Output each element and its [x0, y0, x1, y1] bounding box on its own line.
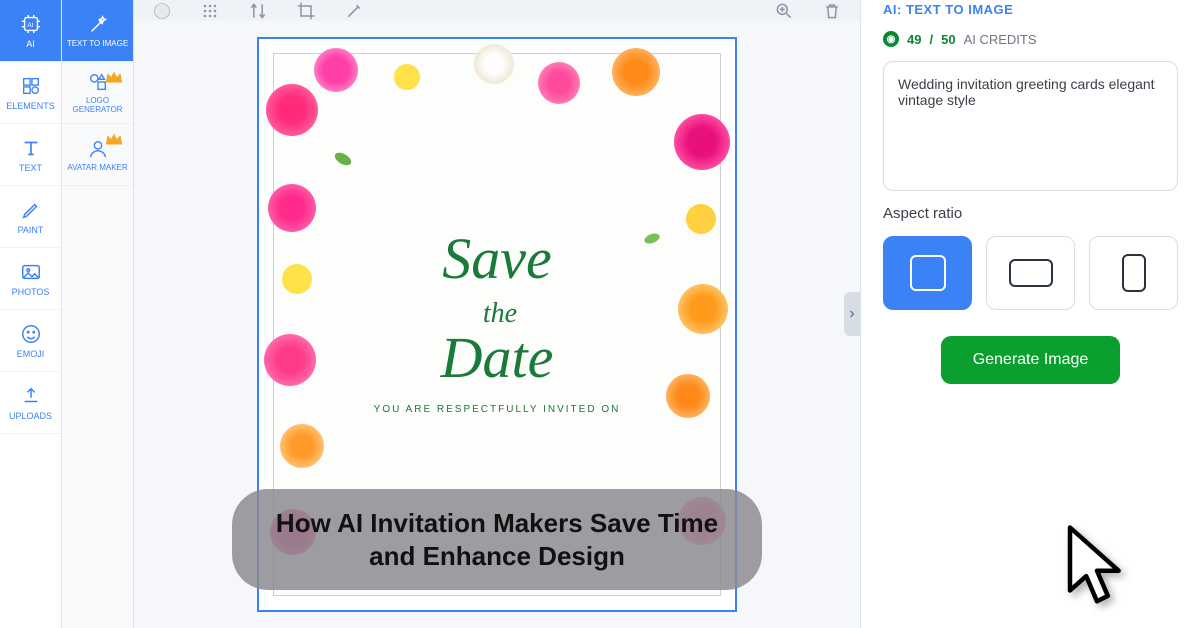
- text-icon: [20, 137, 42, 159]
- sidebar-label: UPLOADS: [9, 411, 52, 421]
- sidebar-label: TEXT TO IMAGE: [67, 39, 128, 48]
- landscape-icon: [1009, 259, 1053, 287]
- sparkle-wand-icon: [87, 14, 109, 36]
- aspect-ratio-options: [883, 236, 1178, 310]
- upload-icon: [20, 385, 42, 407]
- card-line1: Save: [441, 234, 554, 283]
- credits-row: ◉ 49 / 50 AI CREDITS: [883, 31, 1178, 47]
- image-icon: [20, 261, 42, 283]
- credits-total: 50: [941, 32, 955, 47]
- generate-image-button[interactable]: Generate Image: [941, 336, 1121, 384]
- flip-icon[interactable]: [248, 1, 268, 21]
- ai-chip-icon: AI: [20, 13, 42, 35]
- sidebar-tool-ai[interactable]: AI AI: [0, 0, 61, 62]
- panel-title: AI: TEXT TO IMAGE: [883, 2, 1178, 17]
- smile-icon: [20, 323, 42, 345]
- sidebar-sub-logo-generator[interactable]: LOGO GENERATOR: [62, 62, 133, 124]
- credits-sep: /: [929, 32, 933, 47]
- card-the: the: [483, 302, 517, 326]
- trash-icon[interactable]: [822, 1, 842, 21]
- wand-icon[interactable]: [344, 1, 364, 21]
- card-line2: Date: [441, 333, 554, 382]
- sidebar-tool-paint[interactable]: PAINT: [0, 186, 61, 248]
- credits-used: 49: [907, 32, 921, 47]
- sidebar-sub-avatar-maker[interactable]: AVATAR MAKER: [62, 124, 133, 186]
- prompt-input[interactable]: [883, 61, 1178, 191]
- grid-icon[interactable]: [200, 1, 220, 21]
- sidebar-tool-emoji[interactable]: EMOJI: [0, 310, 61, 372]
- sidebar-label: PAINT: [18, 225, 44, 235]
- canvas-top-toolbar: [134, 0, 860, 21]
- sidebar-sub: TEXT TO IMAGE LOGO GENERATOR AVATAR MAKE…: [62, 0, 134, 628]
- elements-icon: [20, 75, 42, 97]
- sidebar-label: TEXT: [19, 163, 42, 173]
- sidebar-tool-photos[interactable]: PHOTOS: [0, 248, 61, 310]
- color-picker-icon[interactable]: [152, 1, 172, 21]
- sidebar-label: AI: [26, 39, 35, 49]
- crown-icon: [103, 66, 125, 88]
- sidebar-label: AVATAR MAKER: [67, 163, 127, 172]
- panel-collapse-handle[interactable]: [844, 292, 860, 336]
- sidebar-tool-uploads[interactable]: UPLOADS: [0, 372, 61, 434]
- sidebar-sub-text-to-image[interactable]: TEXT TO IMAGE: [62, 0, 133, 62]
- aspect-ratio-square[interactable]: [883, 236, 972, 310]
- portrait-icon: [1122, 254, 1146, 292]
- card-subline: YOU ARE RESPECTFULLY INVITED ON: [374, 404, 621, 415]
- ai-text-to-image-panel: AI: TEXT TO IMAGE ◉ 49 / 50 AI CREDITS A…: [860, 0, 1200, 628]
- aspect-ratio-label: Aspect ratio: [883, 205, 1178, 222]
- chevron-right-icon: [846, 308, 858, 320]
- svg-text:AI: AI: [27, 21, 33, 28]
- overlay-caption: How AI Invitation Makers Save Time and E…: [232, 489, 762, 590]
- aspect-ratio-portrait[interactable]: [1089, 236, 1178, 310]
- sidebar-label: PHOTOS: [12, 287, 50, 297]
- sidebar-label: LOGO GENERATOR: [66, 96, 129, 114]
- sidebar-tool-text[interactable]: TEXT: [0, 124, 61, 186]
- sidebar-label: ELEMENTS: [6, 101, 55, 111]
- sidebar-label: EMOJI: [17, 349, 45, 359]
- sidebar-main: AI AI ELEMENTS TEXT PAINT PHOTOS EMOJI U…: [0, 0, 62, 628]
- card-headline: Save the Date: [441, 234, 554, 382]
- canvas-area: Save the Date YOU ARE RESPECTFULLY INVIT…: [134, 0, 860, 628]
- credits-icon: ◉: [883, 31, 899, 47]
- credits-label: AI CREDITS: [964, 32, 1037, 47]
- crown-icon: [103, 128, 125, 150]
- crop-icon[interactable]: [296, 1, 316, 21]
- aspect-ratio-landscape[interactable]: [986, 236, 1075, 310]
- square-icon: [910, 255, 946, 291]
- pencil-icon: [20, 199, 42, 221]
- sidebar-tool-elements[interactable]: ELEMENTS: [0, 62, 61, 124]
- zoom-icon[interactable]: [774, 1, 794, 21]
- design-canvas[interactable]: Save the Date YOU ARE RESPECTFULLY INVIT…: [134, 21, 860, 628]
